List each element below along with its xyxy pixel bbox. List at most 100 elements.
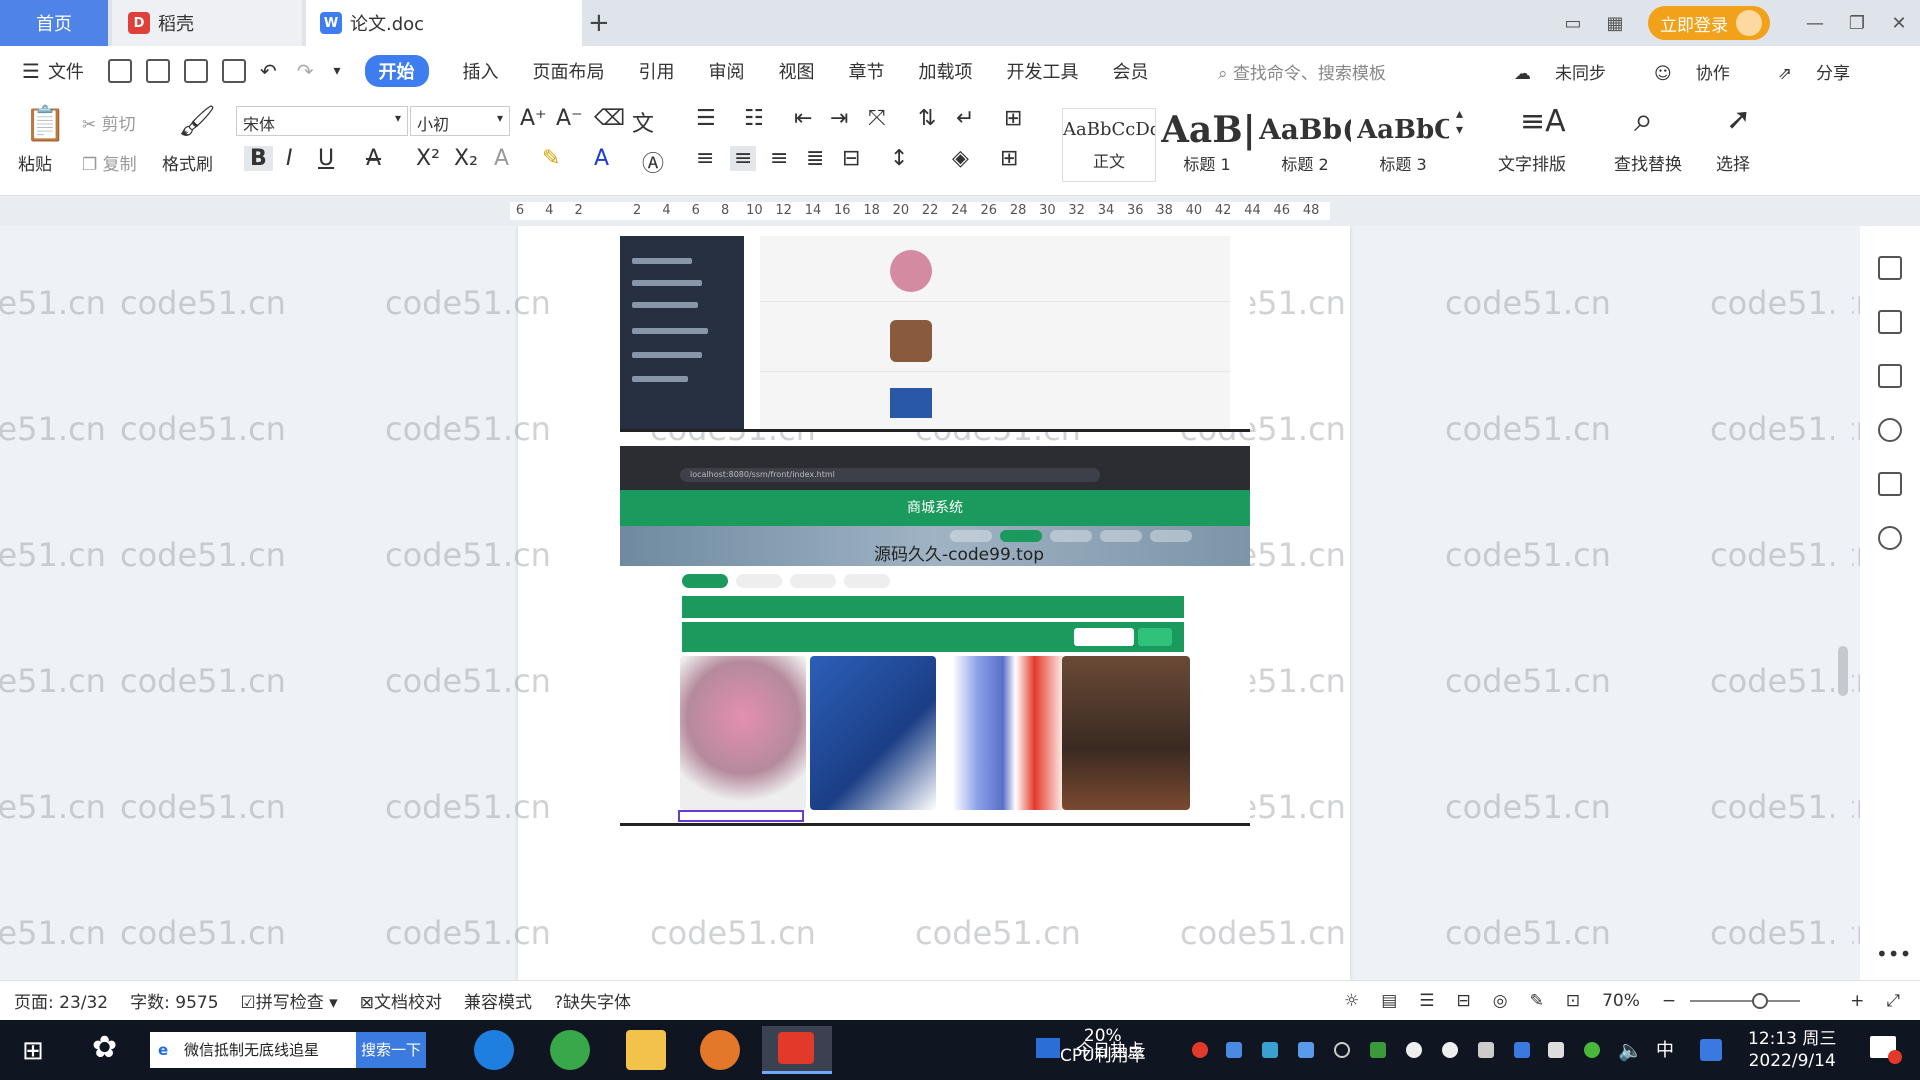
battery-icon[interactable] [1478, 1042, 1494, 1058]
taskbar-search-button[interactable]: 搜索一下 [356, 1032, 426, 1068]
undo-icon[interactable]: ↶ [260, 59, 277, 83]
ime-indicator[interactable]: 中 [1656, 1036, 1674, 1062]
menu-page-layout[interactable]: 页面布局 [533, 58, 605, 84]
menu-chapter[interactable]: 章节 [849, 58, 885, 84]
word-count[interactable]: 字数: 9575 [130, 988, 218, 1013]
format-painter-button[interactable]: 格式刷 [162, 150, 213, 175]
find-replace-button[interactable]: 查找替换 [1614, 150, 1682, 175]
zoom-in-button[interactable]: + [1850, 991, 1864, 1011]
italic-icon[interactable]: I [286, 146, 293, 171]
pinyin-icon[interactable]: 文 [632, 106, 654, 138]
cut-button[interactable]: ✂ 剪切 [82, 110, 136, 135]
distribute-icon[interactable]: ⊟ [842, 146, 860, 171]
bullet-list-icon[interactable]: ☰ [696, 106, 716, 131]
brush-icon[interactable]: 🖌 [178, 104, 216, 139]
menu-file[interactable]: 文件 [48, 58, 84, 84]
restore-button[interactable]: ❐ [1836, 13, 1878, 34]
tab-daoke[interactable]: D 稻壳 [112, 0, 302, 46]
highlight-icon[interactable]: ✎ [542, 146, 560, 171]
style-heading-2[interactable]: AaBb( 标题 2 [1258, 108, 1352, 182]
tray-app-icon[interactable] [1192, 1042, 1208, 1058]
tray-q-icon[interactable] [1700, 1039, 1722, 1061]
menu-addins[interactable]: 加载项 [919, 58, 973, 84]
print-preview-icon[interactable] [221, 59, 246, 83]
widgets-icon[interactable] [1036, 1038, 1060, 1058]
export-icon[interactable] [145, 59, 170, 83]
volume-icon[interactable]: 🔈 [1618, 1038, 1643, 1062]
close-button[interactable]: ✕ [1878, 13, 1920, 34]
align-center-icon[interactable]: ≡ [730, 146, 757, 171]
spell-check-button[interactable]: ☑拼写检查 ▾ [241, 988, 338, 1013]
align-left-icon[interactable]: ≡ [696, 146, 714, 171]
shading-icon[interactable]: ◈ [952, 146, 969, 171]
menu-view[interactable]: 视图 [779, 58, 815, 84]
qq-icon-2[interactable] [1442, 1042, 1458, 1058]
login-button[interactable]: 立即登录 [1648, 6, 1770, 40]
align-right-icon[interactable]: ≡ [770, 146, 788, 171]
zoom-slider[interactable] [1690, 993, 1801, 1009]
proofread-button[interactable]: ⊠文档校对 [360, 988, 442, 1013]
zoom-level[interactable]: 70% [1602, 991, 1640, 1011]
paste-icon[interactable]: 📋 [24, 104, 66, 144]
sync-button[interactable]: ☁ 未同步 [1490, 59, 1606, 84]
missing-font-button[interactable]: ?缺失字体 [554, 988, 631, 1013]
taskbar-clock[interactable]: 12:13 周三 2022/9/14 [1748, 1028, 1836, 1072]
bluetooth-icon[interactable] [1514, 1042, 1530, 1058]
zoom-slider-knob[interactable] [1752, 993, 1769, 1009]
new-tab-button[interactable]: + [588, 0, 612, 46]
nvidia-icon[interactable] [1370, 1042, 1386, 1058]
menu-insert[interactable]: 插入 [463, 58, 499, 84]
superscript-icon[interactable]: X² [416, 146, 440, 171]
shrink-font-icon[interactable]: A⁻ [556, 106, 583, 131]
style-heading-1[interactable]: AaB| 标题 1 [1160, 108, 1254, 182]
justify-icon[interactable]: ≣ [806, 146, 824, 171]
menu-review[interactable]: 审阅 [709, 58, 745, 84]
embedded-image-shop[interactable]: localhost:8080/ssm/front/index.html 商城系统… [620, 446, 1250, 826]
copy-button[interactable]: ❐ 复制 [82, 150, 137, 175]
embedded-image-admin[interactable] [620, 236, 1250, 432]
text-layout-button[interactable]: 文字排版 [1498, 150, 1566, 175]
tray-shield-icon[interactable] [1226, 1042, 1242, 1058]
adjust-icon[interactable] [1878, 364, 1902, 388]
windows-start-icon[interactable]: ⊞ [22, 1036, 44, 1066]
paste-button[interactable]: 粘贴 [18, 150, 52, 175]
outdent-icon[interactable]: ⇤ [794, 106, 812, 131]
tray-sync-icon[interactable] [1262, 1042, 1278, 1058]
font-color-icon[interactable]: A [594, 146, 609, 171]
hot-news-label[interactable]: 今日热点 [1076, 1036, 1144, 1061]
chevron-down-icon[interactable]: ▾ [333, 63, 340, 79]
save-icon[interactable] [107, 59, 132, 83]
tab-home[interactable]: 首页 [0, 0, 108, 46]
char-border-icon[interactable]: Ⓐ [642, 146, 664, 178]
web-view-icon[interactable]: ◎ [1493, 991, 1508, 1011]
strikethrough-icon[interactable]: A [366, 146, 381, 171]
menu-dev-tools[interactable]: 开发工具 [1007, 58, 1079, 84]
magnifier-icon[interactable]: ⌕ [1634, 100, 1653, 140]
print-icon[interactable] [183, 59, 208, 83]
tray-security-icon[interactable] [1298, 1042, 1314, 1058]
fit-page-icon[interactable]: ⊡ [1566, 991, 1580, 1011]
collab-button[interactable]: ☺ 协作 [1630, 59, 1730, 84]
write-view-icon[interactable]: ✎ [1530, 991, 1544, 1011]
table-ruler-icon[interactable]: ⊞ [1004, 106, 1022, 131]
plugin-icon[interactable] [1878, 526, 1902, 550]
wifi-icon[interactable] [1334, 1042, 1350, 1058]
indent-icon[interactable]: ⇥ [830, 106, 848, 131]
browser-360-icon[interactable] [550, 1030, 590, 1070]
cursor-icon[interactable]: ➚ [1726, 102, 1751, 137]
redo-icon[interactable]: ↷ [297, 59, 314, 83]
style-heading-3[interactable]: AaBbC 标题 3 [1356, 108, 1450, 182]
taskbar-search-input[interactable]: e 微信抵制无底线追星 [150, 1032, 356, 1068]
grow-font-icon[interactable]: A⁺ [520, 106, 547, 131]
text-direction-icon[interactable]: ⤧ [868, 106, 886, 131]
apps-grid-icon[interactable]: ▦ [1594, 13, 1636, 34]
file-explorer-icon[interactable] [626, 1030, 666, 1070]
style-normal[interactable]: AaBbCcDd 正文 [1062, 108, 1156, 182]
font-name-select[interactable]: 宋体 ▾ [236, 106, 408, 136]
underline-icon[interactable]: U [318, 146, 334, 171]
fullscreen-icon[interactable]: ⤢ [1886, 991, 1900, 1011]
menu-start[interactable]: 开始 [364, 55, 429, 87]
ie-icon[interactable] [474, 1030, 514, 1070]
usb-icon[interactable] [1548, 1042, 1564, 1058]
text-effect-icon[interactable]: A [494, 146, 509, 171]
